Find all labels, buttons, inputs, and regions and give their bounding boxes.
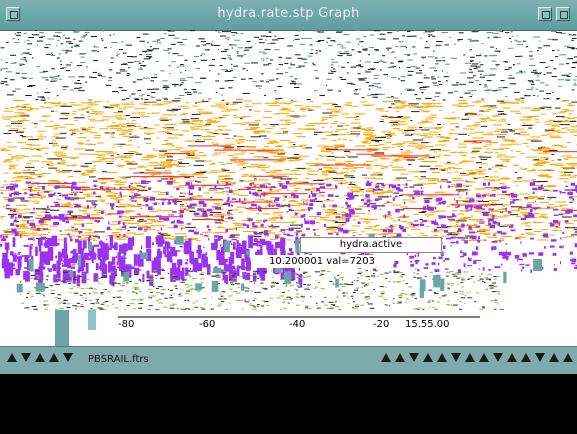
axis-tick: -20 bbox=[373, 319, 390, 330]
toolbar-arrow-icon[interactable] bbox=[562, 352, 574, 364]
toolbar-arrow-icon[interactable] bbox=[478, 352, 490, 364]
toolbar-arrow-icon[interactable] bbox=[548, 352, 560, 364]
desktop-background bbox=[0, 374, 577, 434]
toolbar-arrow-icon[interactable] bbox=[48, 352, 60, 364]
toolbar-arrow-icon[interactable] bbox=[422, 352, 434, 364]
toolbar-arrow-icon[interactable] bbox=[380, 352, 392, 364]
title-bar[interactable]: hydra.rate.stp Graph bbox=[0, 0, 577, 31]
toolbar-arrow-icon[interactable] bbox=[408, 352, 420, 364]
graph-noise-layer bbox=[0, 30, 577, 311]
axis-tick: -60 bbox=[199, 319, 216, 330]
maximize-icon[interactable] bbox=[556, 7, 570, 21]
axis-tick: -40 bbox=[289, 319, 306, 330]
window-title: hydra.rate.stp Graph bbox=[217, 6, 360, 21]
toolbar-arrow-icon[interactable] bbox=[506, 352, 518, 364]
toolbar-arrow-icon[interactable] bbox=[62, 352, 74, 364]
toolbar-arrow-icon[interactable] bbox=[34, 352, 46, 364]
toolbar-arrow-icon[interactable] bbox=[394, 352, 406, 364]
legend-label: hydra.active bbox=[300, 237, 442, 253]
toolbar-arrow-icon[interactable] bbox=[464, 352, 476, 364]
axis-time-label: 15.55.00 bbox=[405, 319, 450, 330]
toolbar-arrow-icon[interactable] bbox=[20, 352, 32, 364]
axis-tick: -80 bbox=[118, 319, 135, 330]
graph-toolbar: PBSRAIL.ftrs bbox=[0, 346, 577, 374]
toolbar-arrow-icon[interactable] bbox=[6, 352, 18, 364]
graph-plot-area[interactable] bbox=[0, 30, 577, 322]
toolbar-label: PBSRAIL.ftrs bbox=[88, 354, 149, 365]
graph-window: hydra.rate.stp Graph hydra.active 10.200… bbox=[0, 0, 577, 374]
toolbar-arrow-icon[interactable] bbox=[534, 352, 546, 364]
toolbar-arrow-icon[interactable] bbox=[436, 352, 448, 364]
toolbar-arrow-icon[interactable] bbox=[520, 352, 532, 364]
minimize-icon[interactable] bbox=[538, 7, 552, 21]
legend-readout: 10.200001 val=7203 bbox=[252, 255, 392, 268]
toolbar-arrow-icon[interactable] bbox=[492, 352, 504, 364]
toolbar-arrow-icon[interactable] bbox=[450, 352, 462, 364]
